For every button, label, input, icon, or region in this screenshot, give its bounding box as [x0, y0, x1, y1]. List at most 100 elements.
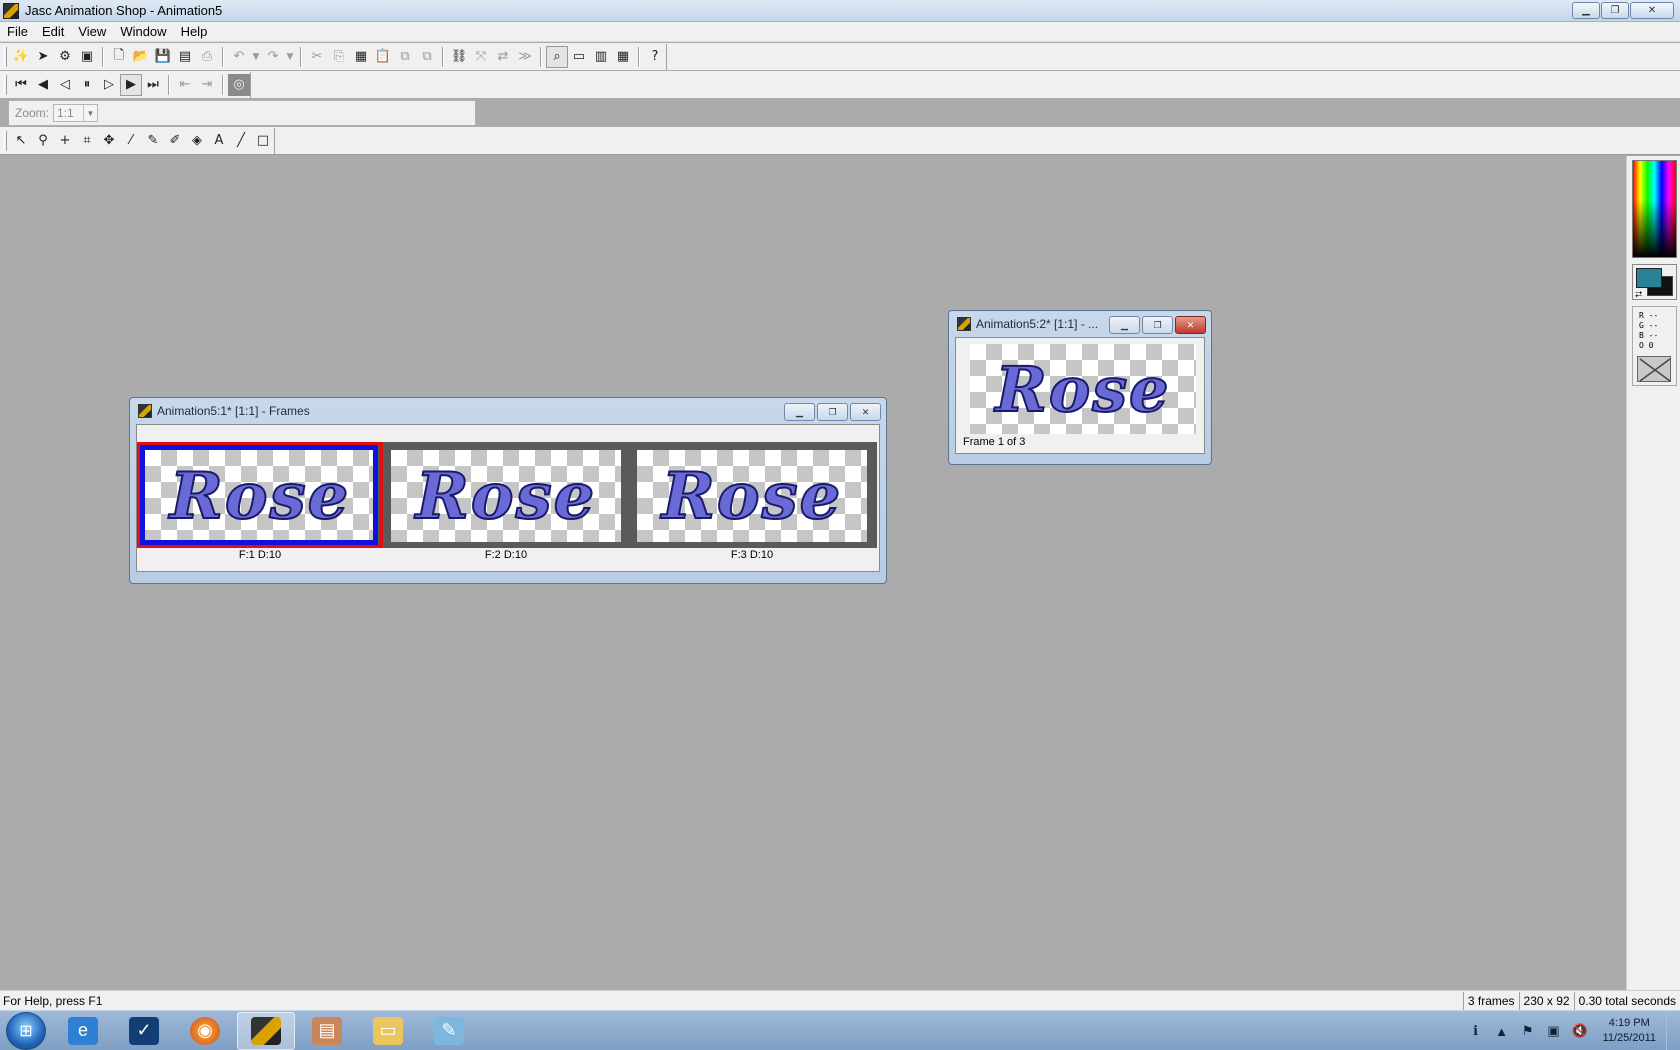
foreground-color-swatch[interactable] — [1636, 268, 1662, 288]
volume-muted-icon[interactable]: 🔇 — [1569, 1020, 1591, 1042]
info-icon[interactable]: ℹ — [1465, 1020, 1487, 1042]
chevron-down-icon[interactable]: ▼ — [83, 105, 97, 121]
paintbrush-tool-icon[interactable]: ✎ — [142, 130, 164, 152]
animation-shop-task[interactable] — [237, 1011, 295, 1050]
frame-2[interactable]: Rose — [383, 442, 629, 548]
zoom-select[interactable]: 1:1 ▼ — [53, 104, 99, 122]
frame-1[interactable]: Rose — [137, 442, 383, 548]
undo-icon[interactable]: ↶ — [228, 46, 250, 68]
animation-wizard-icon[interactable]: ✨ — [10, 46, 32, 68]
toolbar-grip[interactable] — [4, 46, 7, 67]
redo-dropdown-icon[interactable]: ▼ — [284, 46, 296, 68]
color-palette-icon[interactable]: ▥ — [590, 46, 612, 68]
dropper-tool-icon[interactable]: ⁄ — [120, 130, 142, 152]
minimize-button[interactable]: ▁ — [1572, 2, 1600, 19]
move-frame-left-icon[interactable]: ⇤ — [174, 74, 196, 96]
paint-shop-task[interactable]: ▤ — [298, 1012, 356, 1050]
firefox-task[interactable]: ◉ — [176, 1012, 234, 1050]
banner-wizard-icon[interactable]: ➤ — [32, 46, 54, 68]
minimize-button[interactable]: ▁ — [784, 403, 815, 421]
frame-3[interactable]: Rose — [629, 442, 875, 548]
toolbar-grip[interactable] — [4, 130, 7, 151]
play-icon[interactable]: ▶ — [120, 73, 142, 96]
show-hidden-icons-icon[interactable]: ▲ — [1491, 1020, 1513, 1042]
animation-doc-icon — [138, 404, 152, 418]
paste-after-icon[interactable]: ⧉ — [416, 46, 438, 68]
mover-tool-icon[interactable]: + — [54, 130, 76, 152]
line-tool-icon[interactable]: ╱ — [230, 130, 252, 152]
transparent-color-icon[interactable] — [1637, 356, 1671, 382]
print-icon[interactable]: ⎙ — [196, 46, 218, 68]
move-tool-icon[interactable]: ✥ — [98, 130, 120, 152]
move-frame-right-icon[interactable]: ⇥ — [196, 74, 218, 96]
close-button[interactable]: ✕ — [850, 403, 881, 421]
preview-image[interactable]: Rose — [970, 344, 1196, 434]
menu-file[interactable]: File — [0, 24, 35, 39]
first-frame-icon[interactable]: ⏮ — [10, 74, 32, 96]
effect-icon[interactable]: ≫ — [514, 46, 536, 68]
frame-strip-icon[interactable]: ▦ — [612, 46, 634, 68]
copy-icon[interactable]: ⎘ — [328, 46, 350, 68]
open-icon[interactable]: 📂 — [130, 46, 152, 68]
start-button[interactable]: ⊞ — [6, 1011, 46, 1050]
copy-frames-icon[interactable]: ▦ — [350, 46, 372, 68]
arrow-tool-icon[interactable]: ↖ — [10, 130, 32, 152]
network-icon[interactable]: ▣ — [1543, 1020, 1565, 1042]
transition-icon[interactable]: ⇄ — [492, 46, 514, 68]
paste-before-icon[interactable]: ⧉ — [394, 46, 416, 68]
notepad-task[interactable]: ✎ — [420, 1012, 478, 1050]
onion-skin-icon[interactable]: ◎ — [228, 73, 250, 96]
cut-icon[interactable]: ✂ — [306, 46, 328, 68]
show-desktop-button[interactable] — [1666, 1011, 1680, 1050]
frame-thumbnail[interactable]: Rose — [637, 450, 867, 542]
eraser-tool-icon[interactable]: ✐ — [164, 130, 186, 152]
taskbar-clock[interactable]: 4:19 PM 11/25/2011 — [1593, 1016, 1666, 1046]
video-wizard-icon[interactable]: ▣ — [76, 46, 98, 68]
restore-button[interactable]: ❐ — [817, 403, 848, 421]
frame-thumbnail[interactable]: Rose — [391, 450, 621, 542]
previous-frame-icon[interactable]: ◁ — [54, 74, 76, 96]
standard-toolbar: ✨ ➤ ⚙ ▣ 🗋 📂 💾 ▤ ⎙ ↶ ▼ ↷ ▼ ✂ ⎘ ▦ 📋 ⧉ ⧉ ⛓ … — [0, 43, 1680, 70]
minimize-button[interactable]: ▁ — [1109, 316, 1140, 334]
save-icon[interactable]: 💾 — [152, 46, 174, 68]
restore-button[interactable]: ❐ — [1142, 316, 1173, 334]
zoom-icon[interactable]: ⚲ — [32, 130, 54, 152]
text-tool-icon[interactable]: A — [208, 130, 230, 152]
close-button[interactable]: ✕ — [1630, 2, 1674, 19]
toolbar-grip[interactable] — [4, 74, 7, 95]
task-app-task[interactable]: ✓ — [115, 1012, 173, 1050]
optimization-wizard-icon[interactable]: ⚙ — [54, 46, 76, 68]
save-as-icon[interactable]: ▤ — [174, 46, 196, 68]
undo-dropdown-icon[interactable]: ▼ — [250, 46, 262, 68]
crop-frames-icon[interactable]: ⤧ — [470, 46, 492, 68]
close-button[interactable]: ✕ — [1175, 316, 1206, 334]
menu-window[interactable]: Window — [113, 24, 173, 39]
restore-button[interactable]: ❐ — [1601, 2, 1629, 19]
frame-properties-icon[interactable]: ▭ — [568, 46, 590, 68]
menu-edit[interactable]: Edit — [35, 24, 71, 39]
preview-window[interactable]: Animation5:2* [1:1] - ... ▁ ❐ ✕ Rose Fra… — [948, 310, 1212, 465]
next-frame-icon[interactable]: ▷ — [98, 74, 120, 96]
color-spectrum[interactable] — [1632, 160, 1677, 258]
flood-fill-tool-icon[interactable]: ◈ — [186, 130, 208, 152]
new-icon[interactable]: 🗋 — [108, 46, 130, 68]
explorer-task[interactable]: ▭ — [359, 1012, 417, 1050]
redo-icon[interactable]: ↷ — [262, 46, 284, 68]
context-help-icon[interactable]: ? — [644, 46, 666, 68]
paste-icon[interactable]: 📋 — [372, 46, 394, 68]
shape-tool-icon[interactable]: □ — [252, 130, 274, 152]
frames-window-titlebar[interactable]: Animation5:1* [1:1] - Frames — [136, 398, 880, 424]
menu-help[interactable]: Help — [174, 24, 215, 39]
action-center-flag-icon[interactable]: ⚑ — [1517, 1020, 1539, 1042]
crop-tool-icon[interactable]: ⌗ — [76, 130, 98, 152]
step-back-icon[interactable]: ◀ — [32, 74, 54, 96]
zoom-tool-icon[interactable]: ⌕ — [546, 45, 568, 68]
link-frames-icon[interactable]: ⛓ — [448, 46, 470, 68]
frame-1-label: F:1 D:10 — [238, 549, 282, 561]
swap-colors-icon[interactable]: ⮂ — [1635, 289, 1642, 300]
menu-view[interactable]: View — [71, 24, 113, 39]
frames-window[interactable]: Animation5:1* [1:1] - Frames ▁ ❐ ✕ Rose … — [129, 397, 887, 584]
internet-explorer-task[interactable]: e — [54, 1012, 112, 1050]
last-frame-icon[interactable]: ⏭ — [142, 74, 164, 96]
pause-icon[interactable]: ⏸ — [76, 74, 98, 96]
